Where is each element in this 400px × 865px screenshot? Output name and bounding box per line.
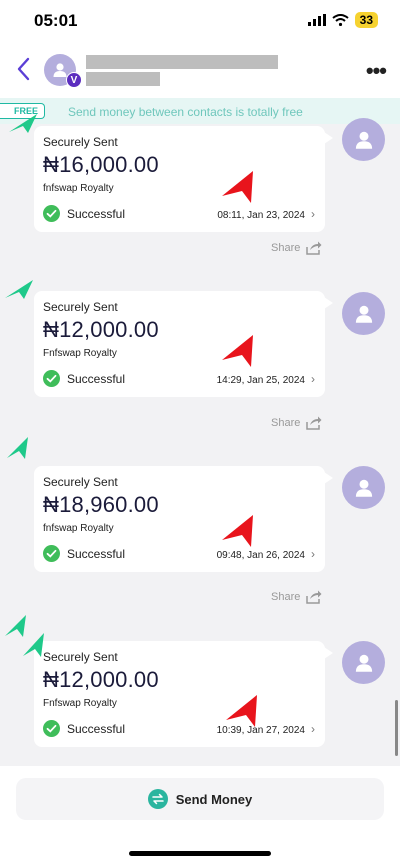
share-icon bbox=[306, 416, 322, 430]
red-arrow-annotation bbox=[222, 171, 253, 203]
send-money-label: Send Money bbox=[175, 791, 253, 807]
home-indicator bbox=[129, 851, 271, 856]
share-button[interactable]: Share bbox=[271, 416, 322, 430]
share-icon bbox=[306, 241, 322, 255]
green-arrow-annotation bbox=[5, 280, 33, 299]
verified-badge: V bbox=[66, 72, 82, 88]
green-arrow-annotation bbox=[7, 437, 28, 459]
transaction-status: Successful bbox=[67, 372, 126, 386]
transaction-card[interactable]: Securely Sent ₦18,960.00 fnfswap Royalty… bbox=[34, 466, 333, 572]
sender-avatar bbox=[342, 118, 385, 161]
share-label: Share bbox=[271, 591, 301, 603]
send-money-button[interactable]: Send Money bbox=[16, 778, 384, 820]
transaction-recipient: Fnfswap Royalty bbox=[43, 698, 117, 709]
contact-name-redacted bbox=[86, 55, 278, 69]
transaction-card[interactable]: Securely Sent ₦12,000.00 Fnfswap Royalty… bbox=[34, 291, 333, 397]
share-button[interactable]: Share bbox=[271, 590, 322, 604]
green-arrow-annotation bbox=[23, 633, 44, 657]
transfer-icon bbox=[147, 789, 168, 809]
more-options-icon[interactable]: ••• bbox=[366, 58, 387, 84]
transaction-status: Successful bbox=[67, 207, 126, 221]
status-bar: 05:01 33 bbox=[0, 0, 400, 44]
banner-text: Send money between contacts is totally f… bbox=[68, 105, 303, 119]
wifi-icon bbox=[332, 14, 349, 26]
red-arrow-annotation bbox=[226, 695, 257, 727]
footer: Send Money bbox=[0, 766, 400, 865]
transaction-amount: ₦18,960.00 bbox=[43, 492, 159, 517]
user-icon bbox=[355, 479, 372, 497]
sender-avatar bbox=[342, 292, 385, 335]
share-label: Share bbox=[271, 417, 301, 429]
signal-icon bbox=[307, 14, 326, 26]
transaction-status: Successful bbox=[67, 722, 126, 736]
transaction-label: Securely Sent bbox=[43, 650, 118, 664]
free-transfer-banner: FREE Send money between contacts is tota… bbox=[0, 98, 400, 124]
battery-icon: 33 bbox=[354, 12, 378, 28]
success-check-icon bbox=[43, 720, 60, 737]
transaction-label: Securely Sent bbox=[43, 475, 118, 489]
back-icon[interactable] bbox=[14, 56, 34, 82]
transaction-card[interactable]: Securely Sent ₦16,000.00 fnfswap Royalty… bbox=[34, 126, 333, 232]
transaction-recipient: fnfswap Royalty bbox=[43, 183, 114, 194]
scrollbar-thumb[interactable] bbox=[395, 700, 398, 756]
chevron-right-icon: › bbox=[311, 207, 315, 221]
user-icon bbox=[355, 305, 372, 323]
green-arrow-annotation bbox=[9, 114, 37, 133]
share-icon bbox=[306, 590, 322, 604]
red-arrow-annotation bbox=[222, 335, 253, 367]
sender-avatar bbox=[342, 466, 385, 509]
sender-avatar bbox=[342, 641, 385, 684]
success-check-icon bbox=[43, 370, 60, 387]
transaction-datetime: 09:48, Jan 26, 2024 bbox=[216, 550, 305, 561]
transaction-amount: ₦12,000.00 bbox=[43, 667, 159, 692]
chevron-right-icon: › bbox=[311, 722, 315, 736]
transaction-label: Securely Sent bbox=[43, 135, 118, 149]
red-arrow-annotation bbox=[222, 515, 253, 547]
contact-subtitle-redacted bbox=[86, 72, 160, 86]
transaction-recipient: fnfswap Royalty bbox=[43, 523, 114, 534]
chevron-right-icon: › bbox=[311, 547, 315, 561]
share-button[interactable]: Share bbox=[271, 241, 322, 255]
chevron-right-icon: › bbox=[311, 372, 315, 386]
transaction-amount: ₦12,000.00 bbox=[43, 317, 159, 342]
status-icons: 33 bbox=[307, 12, 378, 28]
status-time: 05:01 bbox=[34, 11, 78, 30]
transaction-label: Securely Sent bbox=[43, 300, 118, 314]
transaction-status: Successful bbox=[67, 547, 126, 561]
transaction-card[interactable]: Securely Sent ₦12,000.00 Fnfswap Royalty… bbox=[34, 641, 333, 747]
transaction-datetime: 14:29, Jan 25, 2024 bbox=[216, 375, 305, 386]
success-check-icon bbox=[43, 545, 60, 562]
transaction-amount: ₦16,000.00 bbox=[43, 152, 159, 177]
user-icon bbox=[355, 131, 372, 149]
share-label: Share bbox=[271, 242, 301, 254]
user-icon bbox=[355, 654, 372, 672]
user-icon bbox=[53, 63, 67, 77]
success-check-icon bbox=[43, 205, 60, 222]
transaction-recipient: Fnfswap Royalty bbox=[43, 348, 117, 359]
chat-header: V ••• bbox=[0, 44, 400, 98]
transaction-datetime: 08:11, Jan 23, 2024 bbox=[217, 210, 305, 221]
